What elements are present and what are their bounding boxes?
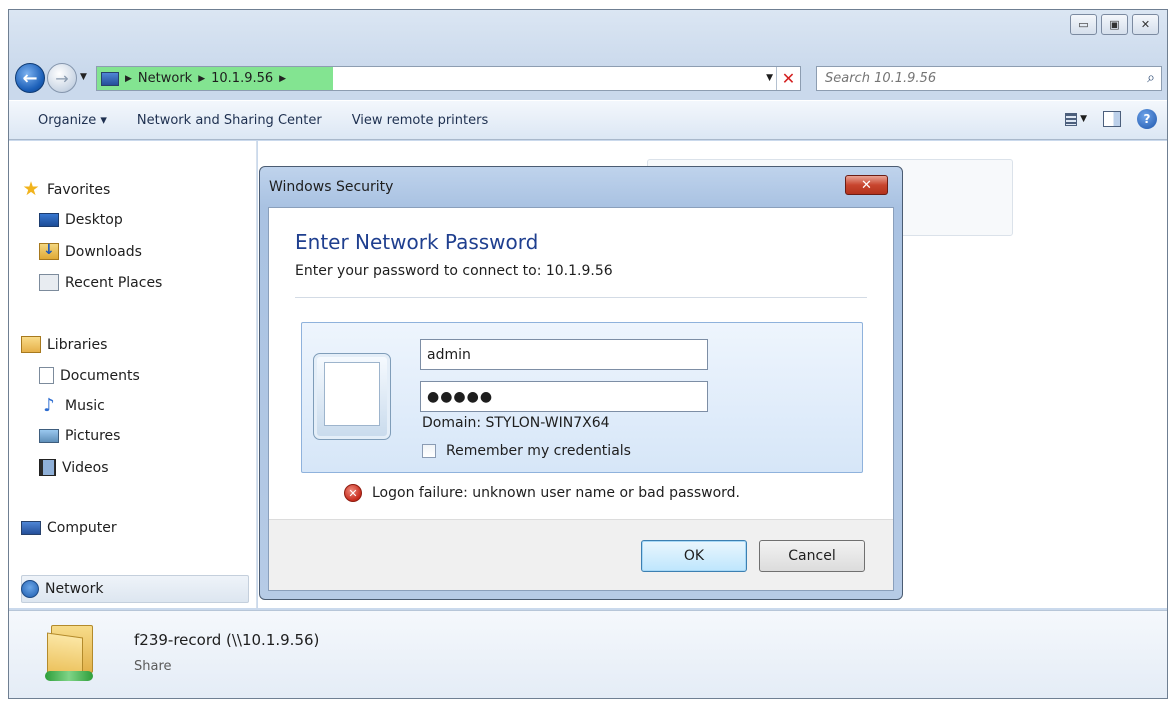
- sidebar-label: Recent Places: [65, 274, 163, 291]
- address-dropdown-icon[interactable]: ▼: [766, 73, 773, 83]
- organize-menu[interactable]: Organize ▾: [9, 106, 122, 134]
- remember-credentials-option[interactable]: Remember my credentials: [422, 443, 631, 459]
- recent-pages-dropdown[interactable]: ▼: [80, 72, 87, 82]
- username-field[interactable]: [420, 339, 708, 370]
- title-bar: ▭ ▣ ✕: [9, 10, 1167, 58]
- back-button[interactable]: ←: [15, 63, 45, 93]
- toolbar-right-group: ▼ ?: [1065, 109, 1157, 129]
- recent-places-icon: [39, 274, 59, 291]
- chevron-down-icon: ▼: [1080, 114, 1087, 124]
- breadcrumb-host[interactable]: 10.1.9.56: [211, 71, 273, 86]
- dialog-body: Enter Network Password Enter your passwo…: [268, 207, 894, 591]
- computer-icon: [21, 521, 41, 535]
- address-bar[interactable]: ▶ Network ▶ 10.1.9.56 ▶ ▼ ✕: [96, 66, 801, 91]
- back-arrow-icon: ←: [22, 67, 38, 89]
- pictures-icon: [39, 429, 59, 443]
- sidebar-group-network[interactable]: Network: [21, 580, 103, 598]
- credential-tile[interactable]: Domain: STYLON-WIN7X64 Remember my crede…: [301, 322, 863, 473]
- sidebar-item-videos[interactable]: Videos: [39, 459, 109, 476]
- breadcrumb-arrow-icon[interactable]: ▶: [279, 74, 286, 84]
- preview-pane-icon[interactable]: [1103, 111, 1121, 127]
- dialog-footer: OK Cancel: [269, 519, 893, 590]
- stop-button[interactable]: ✕: [776, 67, 800, 90]
- desktop-icon: [39, 213, 59, 227]
- view-grid-icon: [1065, 112, 1078, 126]
- windows-security-dialog: Windows Security ✕ Enter Network Passwor…: [259, 166, 903, 600]
- ok-button[interactable]: OK: [641, 540, 747, 572]
- sidebar-item-documents[interactable]: Documents: [39, 367, 140, 384]
- close-window-button[interactable]: ✕: [1132, 14, 1159, 35]
- sidebar-group-favorites[interactable]: ★ Favorites: [21, 178, 111, 200]
- details-item-type: Share: [134, 659, 172, 674]
- computer-icon: [101, 71, 119, 86]
- navigation-pane: ★ Favorites Desktop Downloads Recent Pla…: [9, 141, 257, 608]
- sidebar-label: Network: [45, 581, 104, 597]
- search-box[interactable]: ⌕: [816, 66, 1162, 91]
- sidebar-label: Documents: [60, 367, 140, 384]
- sidebar-label: Libraries: [47, 336, 108, 353]
- sidebar-label: Favorites: [47, 181, 111, 198]
- breadcrumb-arrow-icon[interactable]: ▶: [125, 74, 132, 84]
- breadcrumb: ▶ Network ▶ 10.1.9.56 ▶: [97, 71, 286, 86]
- remember-label: Remember my credentials: [446, 443, 631, 459]
- cancel-button[interactable]: Cancel: [759, 540, 865, 572]
- sidebar-group-libraries[interactable]: Libraries: [21, 336, 107, 353]
- sidebar-group-computer[interactable]: Computer: [21, 520, 117, 536]
- sidebar-label: Desktop: [65, 212, 123, 228]
- error-text: Logon failure: unknown user name or bad …: [372, 485, 740, 501]
- breadcrumb-network[interactable]: Network: [138, 71, 192, 86]
- minimize-button[interactable]: ▭: [1070, 14, 1097, 35]
- forward-arrow-icon: →: [55, 68, 69, 88]
- sidebar-label: Pictures: [65, 428, 121, 444]
- breadcrumb-arrow-icon[interactable]: ▶: [198, 74, 205, 84]
- search-input[interactable]: [825, 71, 1125, 86]
- domain-label: Domain: STYLON-WIN7X64: [422, 415, 610, 431]
- error-x-icon: ✕: [344, 484, 362, 502]
- dialog-subtitle: Enter your password to connect to: 10.1.…: [295, 263, 613, 279]
- sidebar-item-pictures[interactable]: Pictures: [39, 428, 120, 444]
- document-icon: [39, 367, 54, 384]
- sidebar-item-desktop[interactable]: Desktop: [39, 212, 123, 228]
- sidebar-item-downloads[interactable]: Downloads: [39, 242, 142, 260]
- sidebar-label: Downloads: [65, 243, 142, 260]
- libraries-icon: [21, 336, 41, 353]
- details-item-name: f239-record (\\10.1.9.56): [134, 631, 320, 649]
- remember-checkbox[interactable]: [422, 444, 436, 458]
- sidebar-label: Music: [65, 397, 105, 414]
- sidebar-label: Videos: [62, 459, 109, 476]
- search-icon[interactable]: ⌕: [1147, 70, 1155, 86]
- star-icon: ★: [22, 178, 40, 200]
- view-remote-printers-button[interactable]: View remote printers: [337, 106, 504, 134]
- sidebar-item-music[interactable]: ♪ Music: [39, 395, 105, 416]
- change-view-button[interactable]: ▼: [1065, 110, 1087, 128]
- dialog-close-button[interactable]: ✕: [845, 175, 888, 195]
- help-icon[interactable]: ?: [1137, 109, 1157, 129]
- maximize-button[interactable]: ▣: [1101, 14, 1128, 35]
- dialog-title: Windows Security: [269, 179, 394, 195]
- divider: [295, 297, 867, 298]
- network-sharing-center-button[interactable]: Network and Sharing Center: [122, 106, 337, 134]
- error-message: ✕ Logon failure: unknown user name or ba…: [344, 484, 740, 502]
- user-tile-icon: [313, 353, 391, 440]
- window-controls: ▭ ▣ ✕: [1070, 14, 1159, 36]
- forward-button[interactable]: →: [47, 63, 77, 93]
- videos-film-icon: [39, 459, 56, 476]
- password-field[interactable]: [420, 381, 708, 412]
- sidebar-label: Computer: [47, 520, 117, 536]
- sidebar-item-recent-places[interactable]: Recent Places: [39, 274, 162, 291]
- dialog-heading: Enter Network Password: [295, 230, 539, 254]
- navigation-row: ← → ▼ ▶ Network ▶ 10.1.9.56 ▶ ▼ ✕ ⌕: [9, 58, 1167, 96]
- downloads-icon: [39, 242, 59, 260]
- network-globe-icon: [21, 580, 39, 598]
- command-bar: Organize ▾ Network and Sharing Center Vi…: [9, 100, 1167, 140]
- music-note-icon: ♪: [43, 395, 55, 416]
- details-pane: f239-record (\\10.1.9.56) Share: [9, 610, 1167, 698]
- network-share-folder-icon: [45, 625, 97, 681]
